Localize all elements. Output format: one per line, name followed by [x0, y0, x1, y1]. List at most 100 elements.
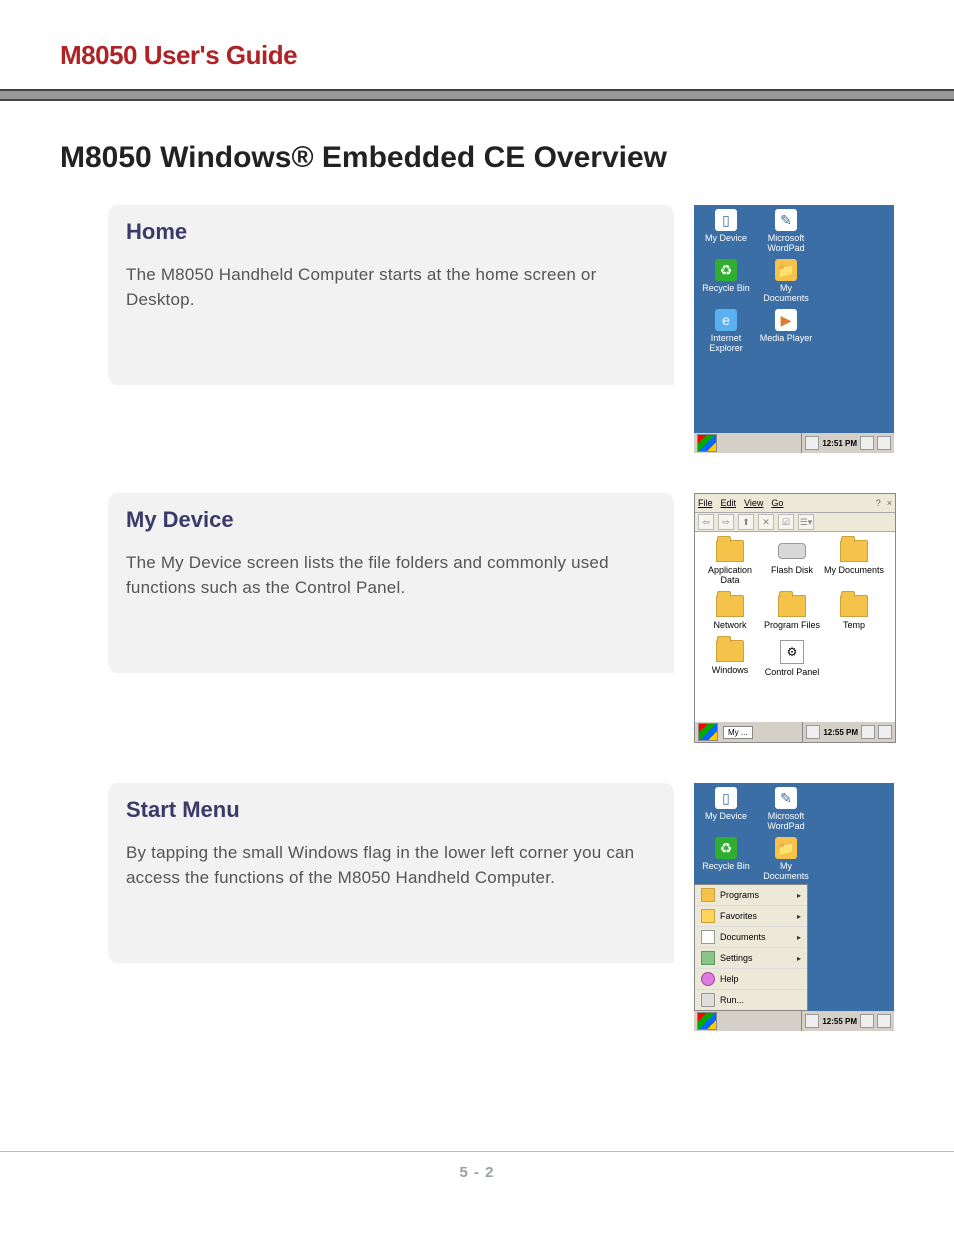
help-icon	[701, 972, 715, 986]
properties-icon[interactable]: ☑	[778, 514, 794, 530]
run-icon	[701, 993, 715, 1007]
my-documents-icon: 📁	[775, 259, 797, 281]
disk-icon	[778, 543, 806, 559]
desktop-icon-label: My Device	[696, 233, 756, 243]
explorer-toolbar: ⇦ ⇨ ⬆ ✕ ☑ ☰▾	[695, 513, 895, 532]
wordpad-icon: ✎	[775, 787, 797, 809]
tray-icon[interactable]	[805, 1014, 819, 1028]
views-icon[interactable]: ☰▾	[798, 514, 814, 530]
folder-network[interactable]: Network	[699, 595, 761, 630]
documents-icon	[701, 930, 715, 944]
desktop-icon-my-device[interactable]: ▯ My Device	[696, 787, 756, 831]
taskbar-task-my[interactable]: My ...	[723, 726, 753, 739]
desktop-icon-wordpad[interactable]: ✎ Microsoft WordPad	[756, 787, 816, 831]
desktop-icon-recycle[interactable]: ♻ Recycle Bin	[696, 259, 756, 303]
start-menu-popup: Programs ▸ Favorites ▸ Documents ▸ Setti…	[694, 884, 808, 1011]
start-menu-favorites[interactable]: Favorites ▸	[695, 906, 807, 927]
page-footer: 5 - 2	[0, 1151, 954, 1182]
submenu-arrow-icon: ▸	[797, 954, 801, 963]
desktop-show-icon[interactable]	[878, 725, 892, 739]
card-startmenu-body: By tapping the small Windows flag in the…	[126, 841, 656, 890]
back-icon[interactable]: ⇦	[698, 514, 714, 530]
screenshot-mydevice-explorer: File Edit View Go ? × ⇦ ⇨ ⬆ ✕ ☑ ☰▾	[694, 493, 896, 743]
submenu-arrow-icon: ▸	[797, 912, 801, 921]
folder-label: Program Files	[761, 620, 823, 630]
menu-file[interactable]: File	[698, 498, 713, 508]
page-number: 5 - 2	[459, 1164, 494, 1181]
desktop-icon-wordpad[interactable]: ✎ Microsoft WordPad	[756, 209, 816, 253]
desktop-icon-my-documents[interactable]: 📁 My Documents	[756, 837, 816, 881]
explorer-files: Application Data Flash Disk My Documents…	[695, 532, 895, 695]
desktop-icon-label: Media Player	[756, 333, 816, 343]
card-home-title: Home	[126, 219, 656, 245]
menu-item-label: Favorites	[720, 911, 757, 921]
recycle-bin-icon: ♻	[715, 259, 737, 281]
thumb-home: ▯ My Device ✎ Microsoft WordPad ♻ Recycl…	[694, 205, 894, 453]
wordpad-icon: ✎	[775, 209, 797, 231]
folder-application-data[interactable]: Application Data	[699, 540, 761, 585]
keyboard-icon[interactable]	[860, 436, 874, 450]
menu-item-label: Documents	[720, 932, 766, 942]
folder-temp[interactable]: Temp	[823, 595, 885, 630]
start-menu-documents[interactable]: Documents ▸	[695, 927, 807, 948]
start-menu-help[interactable]: Help	[695, 969, 807, 990]
menu-item-label: Settings	[720, 953, 753, 963]
start-button[interactable]	[697, 434, 717, 452]
card-mydevice-body: The My Device screen lists the file fold…	[126, 551, 656, 600]
folder-label: My Documents	[823, 565, 885, 575]
close-icon[interactable]: ×	[887, 498, 892, 508]
card-startmenu: Start Menu By tapping the small Windows …	[108, 783, 674, 963]
desktop-icon-my-device[interactable]: ▯ My Device	[696, 209, 756, 253]
folder-icon	[778, 595, 806, 617]
desktop-icon-label: My Documents	[756, 861, 816, 881]
start-menu-settings[interactable]: Settings ▸	[695, 948, 807, 969]
desktop-icon-label: Internet Explorer	[696, 333, 756, 353]
delete-icon[interactable]: ✕	[758, 514, 774, 530]
item-control-panel[interactable]: ⚙Control Panel	[761, 640, 823, 677]
explorer-menubar: File Edit View Go ? ×	[695, 494, 895, 513]
forward-icon[interactable]: ⇨	[718, 514, 734, 530]
desktop-icon-my-documents[interactable]: 📁 My Documents	[756, 259, 816, 303]
start-button[interactable]	[698, 723, 718, 741]
folder-program-files[interactable]: Program Files	[761, 595, 823, 630]
desktop-icon-label: My Device	[696, 811, 756, 821]
desktop-icon-ie[interactable]: e Internet Explorer	[696, 309, 756, 353]
my-documents-icon: 📁	[775, 837, 797, 859]
desktop-show-icon[interactable]	[877, 1014, 891, 1028]
folder-icon	[716, 640, 744, 662]
menu-go[interactable]: Go	[771, 498, 783, 508]
tray-icon[interactable]	[806, 725, 820, 739]
keyboard-icon[interactable]	[860, 1014, 874, 1028]
guide-title: M8050 User's Guide	[60, 40, 894, 71]
row-home: Home The M8050 Handheld Computer starts …	[108, 205, 894, 453]
menu-item-label: Run...	[720, 995, 744, 1005]
start-button[interactable]	[697, 1012, 717, 1030]
folder-flash-disk[interactable]: Flash Disk	[761, 540, 823, 585]
start-menu-programs[interactable]: Programs ▸	[695, 885, 807, 906]
desktop-icon-media-player[interactable]: ▶ Media Player	[756, 309, 816, 353]
folder-label: Windows	[699, 665, 761, 675]
start-menu-run[interactable]: Run...	[695, 990, 807, 1010]
my-device-icon: ▯	[715, 209, 737, 231]
submenu-arrow-icon: ▸	[797, 933, 801, 942]
favorites-icon	[701, 909, 715, 923]
thumb-mydevice: File Edit View Go ? × ⇦ ⇨ ⬆ ✕ ☑ ☰▾	[694, 493, 894, 743]
folder-windows[interactable]: Windows	[699, 640, 761, 677]
up-folder-icon[interactable]: ⬆	[738, 514, 754, 530]
tray-icon[interactable]	[805, 436, 819, 450]
folder-my-documents[interactable]: My Documents	[823, 540, 885, 585]
menu-item-label: Programs	[720, 890, 759, 900]
desktop-icon-recycle[interactable]: ♻ Recycle Bin	[696, 837, 756, 881]
desktop-show-icon[interactable]	[877, 436, 891, 450]
card-mydevice: My Device The My Device screen lists the…	[108, 493, 674, 673]
menu-view[interactable]: View	[744, 498, 763, 508]
screenshot-home-desktop: ▯ My Device ✎ Microsoft WordPad ♻ Recycl…	[694, 205, 894, 453]
menu-edit[interactable]: Edit	[721, 498, 737, 508]
taskbar-clock: 12:55 PM	[823, 728, 858, 737]
recycle-bin-icon: ♻	[715, 837, 737, 859]
keyboard-icon[interactable]	[861, 725, 875, 739]
header-rule	[0, 89, 954, 101]
row-mydevice: My Device The My Device screen lists the…	[108, 493, 894, 743]
help-icon[interactable]: ?	[876, 498, 881, 508]
screenshot-startmenu-desktop: ▯ My Device ✎ Microsoft WordPad ♻ Recycl…	[694, 783, 894, 1031]
